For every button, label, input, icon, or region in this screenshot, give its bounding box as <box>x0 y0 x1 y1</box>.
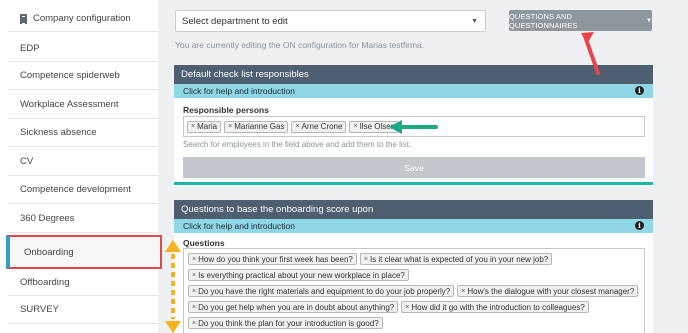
question-tag[interactable]: × How did it go with the introduction to … <box>401 301 589 313</box>
sidebar-item-label: Competence spiderweb <box>20 70 120 81</box>
sidebar-item-label: Company configuration <box>33 13 131 24</box>
remove-tag-icon[interactable]: × <box>192 256 196 263</box>
sidebar-item-label: Sickness absence <box>20 127 97 138</box>
sidebar-item-workplace-assessment[interactable]: Workplace Assessment <box>8 90 158 119</box>
questions-button-label: QUESTIONS AND QUESTIONNAIRES <box>509 11 578 30</box>
question-tag[interactable]: × How's the dialogue with your closest ma… <box>457 285 639 297</box>
sidebar-item-survey[interactable]: SURVEY <box>8 296 158 324</box>
question-tag[interactable]: × Do you have the right materials and equ… <box>188 285 455 297</box>
info-icon[interactable]: i <box>635 221 644 230</box>
sidebar-item-company-configuration[interactable]: Company configuration <box>8 6 158 32</box>
remove-tag-icon[interactable]: × <box>461 288 465 295</box>
info-icon[interactable]: i <box>635 86 644 95</box>
person-tag[interactable]: × Arne Crone <box>291 120 347 133</box>
help-bar-label: Click for help and introduction <box>183 86 295 96</box>
help-bar[interactable]: Click for help and introduction i <box>174 84 653 98</box>
sidebar-item-360-degrees[interactable]: 360 Degrees <box>8 204 158 233</box>
remove-tag-icon[interactable]: × <box>364 256 368 263</box>
remove-tag-icon[interactable]: × <box>295 123 299 130</box>
panel-header: Questions to base the onboarding score u… <box>174 200 653 219</box>
sidebar-item-competence-development[interactable]: Competence development <box>8 176 158 204</box>
help-bar-label: Click for help and introduction <box>183 221 295 231</box>
remove-tag-icon[interactable]: × <box>192 288 196 295</box>
save-button[interactable]: Save <box>183 157 645 178</box>
sidebar-item-label: CV <box>20 155 34 167</box>
question-tag[interactable]: × Do you get help when you are in doubt a… <box>188 301 399 313</box>
sidebar-item-label: 360 Degrees <box>20 212 75 224</box>
chevron-down-icon: ▼ <box>471 18 478 25</box>
sidebar-item-label: Onboarding <box>24 246 74 258</box>
panel-title: Default check list responsibles <box>181 69 309 80</box>
sidebar-item-sickness-absence[interactable]: Sickness absence <box>8 119 158 147</box>
remove-tag-icon[interactable]: × <box>192 304 196 311</box>
question-row: × Do you think the plan for your introduc… <box>188 315 644 331</box>
sidebar-item-cv[interactable]: CV <box>8 147 158 176</box>
orange-annotation-double-arrow <box>165 240 181 333</box>
red-annotation-arrow <box>581 32 600 75</box>
question-row: × How do you think your first week has be… <box>188 251 644 267</box>
sidebar-item-label: SURVEY <box>20 304 59 315</box>
building-icon <box>20 13 27 24</box>
department-select[interactable]: Select department to edit ▼ <box>175 10 486 32</box>
person-tag[interactable]: × Marianne Gas <box>224 120 289 133</box>
person-tag[interactable]: × Maria <box>187 120 222 133</box>
help-bar[interactable]: Click for help and introduction i <box>174 219 653 233</box>
questions-input[interactable]: × How do you think your first week has be… <box>183 248 645 333</box>
sidebar-item-offboarding[interactable]: Offboarding <box>8 269 158 296</box>
question-tag[interactable]: × How do you think your first week has be… <box>188 253 357 265</box>
onboarding-questions-panel: Questions to base the onboarding score u… <box>174 200 653 333</box>
panel-accent-line <box>174 182 653 185</box>
sidebar-item-label: Competence development <box>20 184 131 195</box>
questions-label: Questions <box>183 238 225 248</box>
question-row: × Do you get help when you are in doubt a… <box>188 299 644 315</box>
save-button-label: Save <box>404 162 424 173</box>
editing-note: You are currently editing the ON configu… <box>175 40 425 50</box>
remove-tag-icon[interactable]: × <box>228 123 232 130</box>
search-hint: Search for employees in the field above … <box>183 140 412 149</box>
sidebar-item-competence-spiderweb[interactable]: Competence spiderweb <box>8 62 158 90</box>
sidebar-item-edp[interactable]: EDP <box>8 35 158 62</box>
remove-tag-icon[interactable]: × <box>192 320 196 327</box>
panel-title: Questions to base the onboarding score u… <box>181 204 374 215</box>
green-annotation-arrow <box>389 120 438 134</box>
remove-tag-icon[interactable]: × <box>353 123 357 130</box>
question-row: × Do you have the right materials and equ… <box>188 283 644 299</box>
question-tag[interactable]: × Is everything practical about your new … <box>188 269 409 281</box>
sidebar-item-onboarding[interactable]: Onboarding <box>6 235 162 269</box>
question-row: × Is everything practical about your new … <box>188 267 644 283</box>
caret-down-icon: ▼ <box>645 17 652 24</box>
question-tag[interactable]: × Is it clear what is expected of you in … <box>359 253 553 265</box>
sidebar-item-label: EDP <box>20 42 40 54</box>
department-select-value: Select department to edit <box>182 15 288 27</box>
remove-tag-icon[interactable]: × <box>405 304 409 311</box>
sidebar-item-label: Workplace Assessment <box>20 98 119 110</box>
remove-tag-icon[interactable]: × <box>192 272 196 279</box>
sidebar-item-label: Offboarding <box>20 276 70 288</box>
responsible-persons-label: Responsible persons <box>183 105 269 115</box>
remove-tag-icon[interactable]: × <box>191 123 195 130</box>
sidebar: Company configuration EDP Competence spi… <box>0 0 162 333</box>
question-tag[interactable]: × Do you think the plan for your introduc… <box>188 317 383 329</box>
